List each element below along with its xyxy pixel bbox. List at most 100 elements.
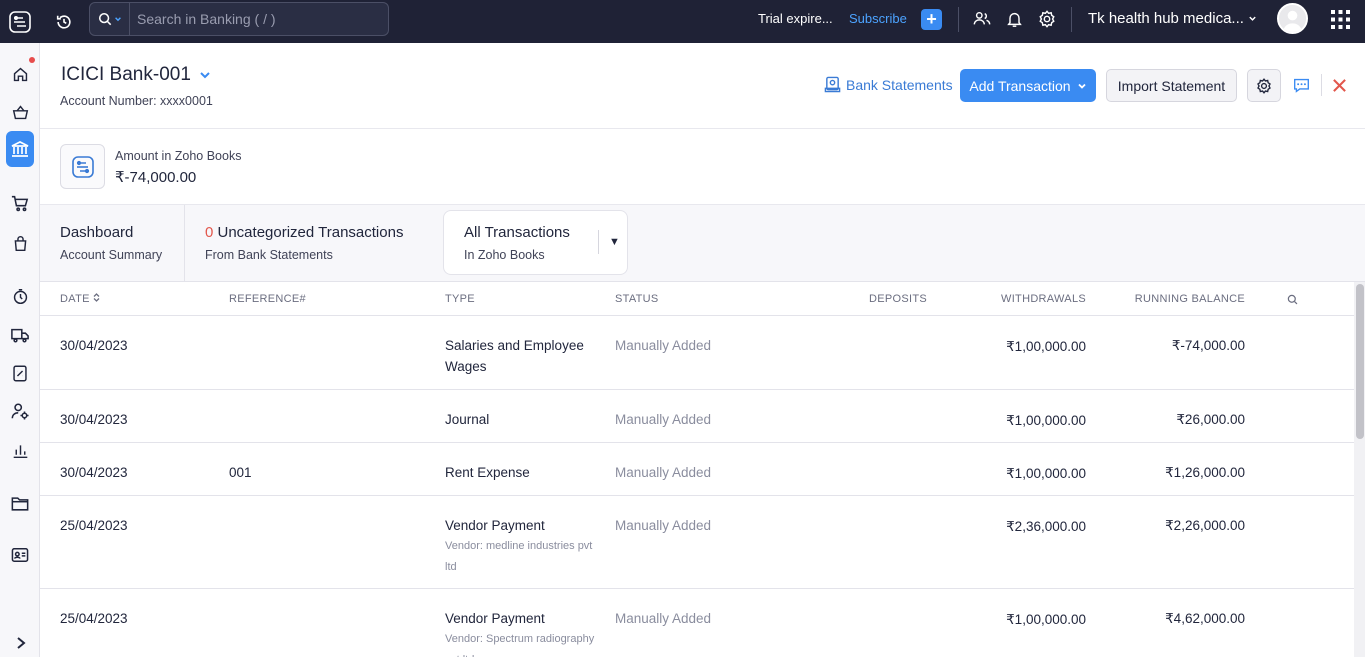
scrollbar-thumb[interactable] bbox=[1356, 284, 1364, 439]
cart-icon bbox=[11, 195, 29, 212]
apps-grid-icon[interactable] bbox=[1331, 10, 1350, 29]
cell-status: Manually Added bbox=[615, 412, 712, 427]
divider bbox=[958, 7, 959, 32]
transaction-tabs: Dashboard Account Summary 0 Uncategorize… bbox=[40, 205, 1365, 282]
sidebar-item-eway-bills[interactable] bbox=[6, 321, 34, 349]
sidebar-item-purchases[interactable] bbox=[6, 229, 34, 257]
tab-uncategorized[interactable]: 0 Uncategorized Transactions From Bank S… bbox=[185, 205, 435, 282]
amount-summary: Amount in Zoho Books ₹-74,000.00 bbox=[40, 129, 1365, 205]
cell-date: 25/04/2023 bbox=[60, 518, 128, 533]
import-statement-button[interactable]: Import Statement bbox=[1106, 69, 1237, 102]
cell-type: Salaries and Employee Wages bbox=[445, 338, 584, 374]
app-logo-icon[interactable] bbox=[0, 0, 40, 43]
cell-type: Journal bbox=[445, 412, 490, 427]
comments-icon[interactable] bbox=[1290, 73, 1312, 97]
table-row[interactable]: 25/04/2023 Vendor Payment Vendor: Spectr… bbox=[40, 589, 1354, 657]
sidebar-item-banking[interactable] bbox=[6, 131, 34, 167]
bank-statements-link[interactable]: Bank Statements bbox=[824, 76, 953, 93]
account-settings-button[interactable] bbox=[1247, 69, 1281, 102]
account-switcher[interactable]: ICICI Bank-001 bbox=[61, 64, 211, 86]
cell-reference: 001 bbox=[229, 465, 252, 480]
chevron-down-icon bbox=[1249, 16, 1256, 21]
stopwatch-icon bbox=[13, 288, 27, 304]
settings-gear-icon[interactable] bbox=[1038, 10, 1056, 28]
tab-uncategorized-title: 0 Uncategorized Transactions bbox=[205, 224, 403, 241]
subscribe-link[interactable]: Subscribe bbox=[849, 11, 907, 26]
sidebar bbox=[0, 43, 40, 657]
sidebar-item-time-tracking[interactable] bbox=[6, 282, 34, 310]
search-icon[interactable] bbox=[90, 2, 130, 36]
sidebar-item-web-tabs[interactable] bbox=[6, 541, 34, 569]
cell-withdrawals: ₹1,00,000.00 bbox=[1006, 339, 1086, 354]
sort-icon bbox=[93, 293, 100, 302]
notification-dot bbox=[29, 57, 35, 63]
bell-icon[interactable] bbox=[1006, 10, 1023, 28]
column-header-deposits: DEPOSITS bbox=[868, 293, 927, 305]
basket-icon bbox=[12, 104, 28, 119]
cell-type: Vendor Payment bbox=[445, 518, 545, 533]
cell-running-balance: ₹4,62,000.00 bbox=[1165, 611, 1245, 626]
cell-running-balance: ₹2,26,000.00 bbox=[1165, 518, 1245, 533]
cell-date: 25/04/2023 bbox=[60, 611, 128, 626]
table-row[interactable]: 30/04/2023 Journal Manually Added ₹1,00,… bbox=[40, 390, 1354, 443]
caret-down-icon[interactable]: ▼ bbox=[598, 230, 620, 254]
table-row[interactable]: 25/04/2023 Vendor Payment Vendor: medlin… bbox=[40, 496, 1354, 589]
tab-dashboard-title: Dashboard bbox=[60, 224, 134, 241]
shopping-bag-icon bbox=[14, 235, 26, 251]
statement-icon bbox=[824, 76, 841, 93]
chevron-down-icon bbox=[1077, 83, 1086, 89]
sidebar-item-sales[interactable] bbox=[6, 189, 34, 217]
search-bar[interactable] bbox=[89, 2, 389, 36]
add-transaction-button[interactable]: Add Transaction bbox=[960, 69, 1096, 102]
account-header: ICICI Bank-001 Account Number: xxxx0001 … bbox=[40, 43, 1365, 129]
sidebar-item-documents[interactable] bbox=[6, 489, 34, 517]
cell-type-block: Vendor Payment Vendor: Spectrum radiogra… bbox=[445, 608, 605, 657]
sidebar-item-gst-filing[interactable] bbox=[6, 359, 34, 387]
cell-date: 30/04/2023 bbox=[60, 338, 128, 353]
avatar[interactable] bbox=[1277, 3, 1308, 34]
sidebar-item-home[interactable] bbox=[6, 60, 34, 88]
tax-document-icon bbox=[13, 365, 27, 381]
tab-dashboard[interactable]: Dashboard Account Summary bbox=[40, 205, 185, 282]
tab-all-title: All Transactions bbox=[464, 224, 570, 241]
amount-value: ₹-74,000.00 bbox=[115, 169, 197, 186]
cell-type: Vendor Payment bbox=[445, 611, 545, 626]
expand-sidebar-chevron-icon[interactable] bbox=[12, 634, 30, 652]
quick-create-button[interactable]: + bbox=[921, 9, 942, 30]
cell-date: 30/04/2023 bbox=[60, 412, 128, 427]
divider bbox=[1321, 74, 1322, 96]
search-input[interactable] bbox=[130, 11, 380, 27]
top-bar: Trial expire... Subscribe + Tk health hu… bbox=[0, 0, 1365, 43]
column-header-running-balance: RUNNING BALANCE bbox=[1134, 293, 1245, 305]
cell-status: Manually Added bbox=[615, 338, 712, 353]
import-statement-label: Import Statement bbox=[1117, 77, 1226, 94]
account-number: Account Number: xxxx0001 bbox=[60, 94, 213, 108]
users-icon[interactable] bbox=[973, 10, 991, 28]
organization-switcher[interactable]: Tk health hub medica... bbox=[1088, 10, 1257, 27]
cell-type-vendor: Vendor: Spectrum radiography pvt ltd bbox=[445, 633, 595, 657]
sidebar-item-accountant[interactable] bbox=[6, 397, 34, 425]
column-header-status: STATUS bbox=[615, 293, 659, 305]
table-row[interactable]: 30/04/2023 001 Rent Expense Manually Add… bbox=[40, 443, 1354, 496]
trial-text[interactable]: Trial expire... bbox=[758, 11, 833, 26]
table-search-icon[interactable] bbox=[1287, 294, 1298, 308]
cell-status: Manually Added bbox=[615, 611, 712, 626]
sidebar-item-items[interactable] bbox=[6, 98, 34, 126]
column-header-date[interactable]: DATE bbox=[60, 293, 100, 305]
table-row[interactable]: 30/04/2023 Salaries and Employee Wages M… bbox=[40, 316, 1354, 390]
column-header-reference: REFERENCE# bbox=[229, 293, 306, 305]
account-title: ICICI Bank-001 bbox=[61, 64, 191, 85]
folder-icon bbox=[11, 496, 29, 511]
column-header-withdrawals: WITHDRAWALS bbox=[1001, 293, 1086, 305]
cell-status: Manually Added bbox=[615, 465, 712, 480]
close-icon[interactable] bbox=[1328, 74, 1350, 96]
recent-history-icon[interactable] bbox=[44, 0, 84, 43]
organization-name: Tk health hub medica... bbox=[1088, 10, 1244, 27]
tab-all-transactions[interactable]: All Transactions In Zoho Books ▼ bbox=[443, 210, 628, 275]
add-transaction-label: Add Transaction bbox=[969, 77, 1071, 94]
sidebar-item-reports[interactable] bbox=[6, 436, 34, 464]
uncategorized-label: Uncategorized Transactions bbox=[213, 224, 404, 241]
scrollbar[interactable] bbox=[1354, 282, 1365, 657]
id-card-icon bbox=[11, 548, 29, 562]
bank-icon bbox=[11, 141, 29, 157]
